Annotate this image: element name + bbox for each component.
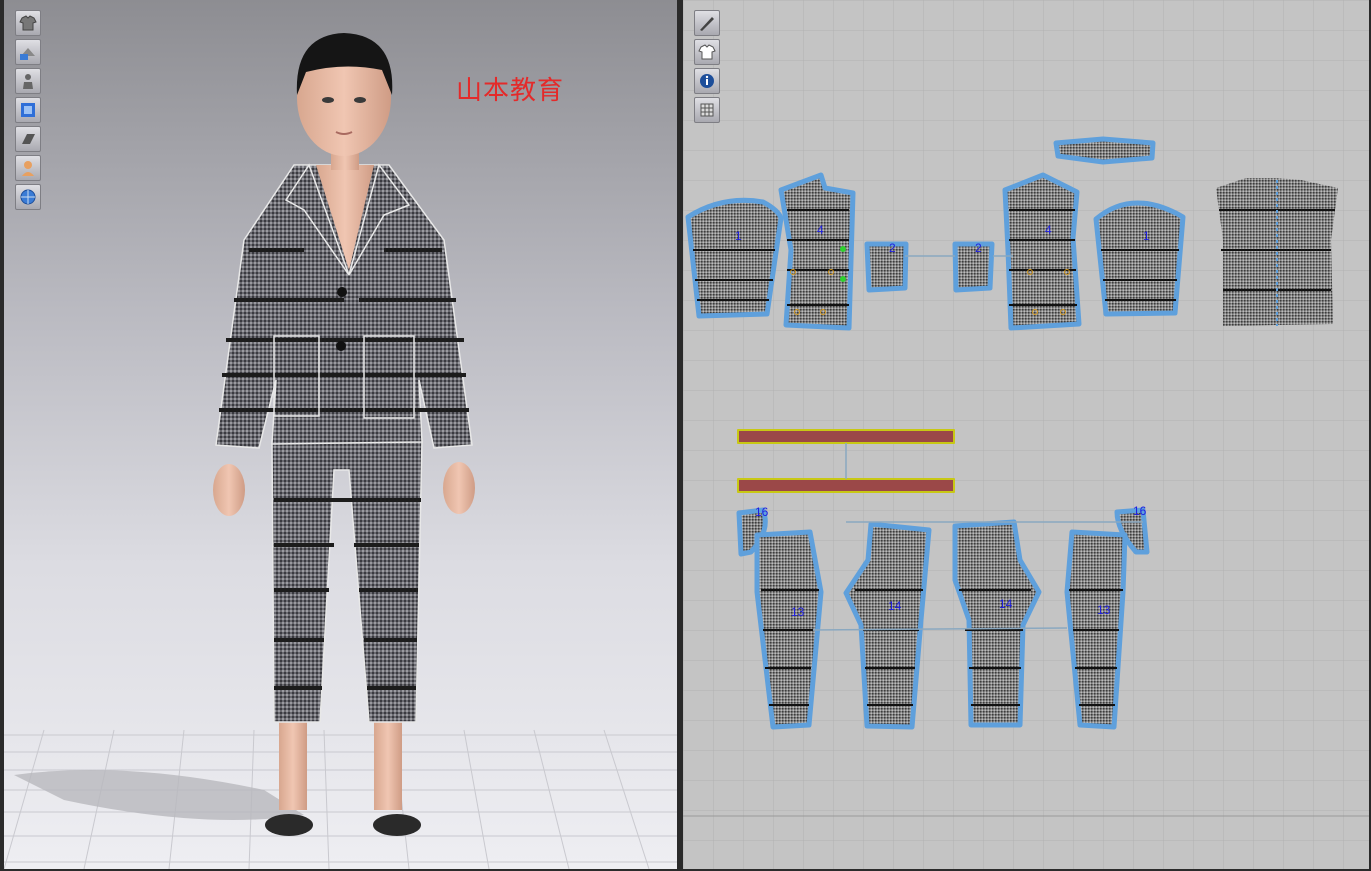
show-info-icon[interactable] [694, 68, 720, 94]
show-garment-settings-icon[interactable] [15, 39, 41, 65]
show-avatar-icon[interactable] [15, 68, 41, 94]
label-pocket-right: 2 [975, 241, 982, 255]
2d-toolbar [694, 10, 720, 126]
pattern-pocket-left [864, 241, 909, 293]
label-pants-back-left: 13 [791, 605, 805, 619]
jacket-button-bottom [336, 341, 346, 351]
avatar-display-icon[interactable] [15, 97, 41, 123]
pattern-sleeve-right [1093, 200, 1186, 317]
show-texture-grid-icon[interactable] [694, 97, 720, 123]
label-pocket-bag-left: 16 [755, 505, 769, 519]
label-front-left: 4 [817, 223, 824, 237]
label-pants-front-right: 14 [999, 597, 1013, 611]
watermark-text: 山本教育 [456, 76, 565, 106]
right-shoe [373, 814, 421, 836]
label-pants-front-left: 14 [888, 599, 902, 613]
avatar-scene [4, 33, 677, 869]
pattern-sleeve-left [685, 197, 784, 319]
2d-pattern-window[interactable]: 1 4 2 2 4 1 13 14 14 13 16 16 [683, 0, 1371, 869]
pattern-pocket-right [952, 241, 995, 293]
label-pants-back-right: 13 [1097, 603, 1111, 617]
show-garment-2d-icon[interactable] [694, 39, 720, 65]
pattern-collar [1053, 136, 1156, 165]
label-front-right: 4 [1045, 223, 1052, 237]
show-pattern-tool-icon[interactable] [694, 10, 720, 36]
label-pocket-left: 2 [889, 241, 896, 255]
3d-jacket [215, 163, 473, 449]
3d-viewport[interactable]: 山本教育 [4, 0, 677, 869]
show-garment-icon[interactable] [15, 10, 41, 36]
show-avatar-skin-icon[interactable] [15, 155, 41, 181]
display-textures-icon[interactable] [15, 126, 41, 152]
pattern-waistband-top [737, 429, 955, 444]
label-pocket-bag-right: 16 [1133, 504, 1147, 518]
show-grid-globe-icon[interactable] [15, 184, 41, 210]
jacket-button-top [337, 287, 347, 297]
3d-toolbar [15, 10, 41, 213]
label-sleeve-left: 1 [735, 229, 742, 243]
pattern-waistband-bottom [737, 478, 955, 493]
3d-pants [271, 439, 423, 723]
label-sleeve-right: 1 [1143, 229, 1150, 243]
pattern-canvas[interactable]: 1 4 2 2 4 1 13 14 14 13 16 16 [683, 0, 1371, 869]
left-shoe [265, 814, 313, 836]
